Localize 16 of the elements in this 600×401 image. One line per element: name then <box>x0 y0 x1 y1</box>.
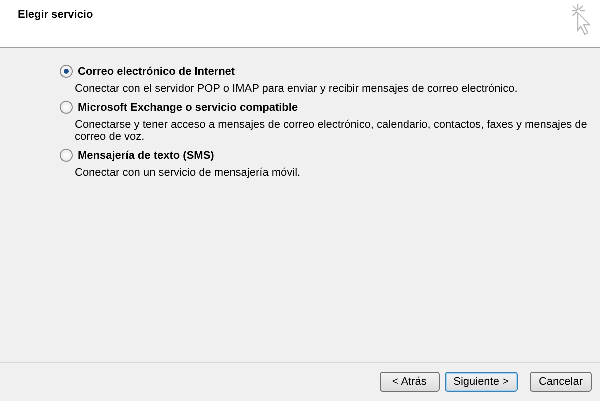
option-description: Conectar con el servidor POP o IMAP para enviar y recibir mensajes de correo electrónico. <box>74 83 519 95</box>
dialog-button[interactable]: Siguiente > <box>444 372 518 392</box>
header-title: Elegir servicio <box>18 9 94 21</box>
radio-button[interactable] <box>60 65 73 78</box>
service-radio-option[interactable]: Correo electrónico de Internet <box>60 65 600 78</box>
service-radio-option[interactable]: Microsoft Exchange o servicio compatible <box>60 101 600 114</box>
option-description: Conectar con un servicio de mensajería móvil. <box>74 167 302 179</box>
dialog-button[interactable]: < Atrás <box>380 372 440 392</box>
dialog-button[interactable]: Cancelar <box>530 372 592 392</box>
option-label: Correo electrónico de Internet <box>78 66 236 78</box>
option-description: Conectarse y tener acceso a mensajes de correo electrónico, calendario, contactos, faxes y mensajes de correo de voz. <box>74 119 588 143</box>
option-label: Microsoft Exchange o servicio compatible <box>78 102 298 114</box>
service-radio-option[interactable]: Mensajería de texto (SMS) <box>60 149 600 162</box>
radio-button[interactable] <box>60 101 73 114</box>
option-label: Mensajería de texto (SMS) <box>78 150 214 162</box>
radio-button[interactable] <box>60 149 73 162</box>
